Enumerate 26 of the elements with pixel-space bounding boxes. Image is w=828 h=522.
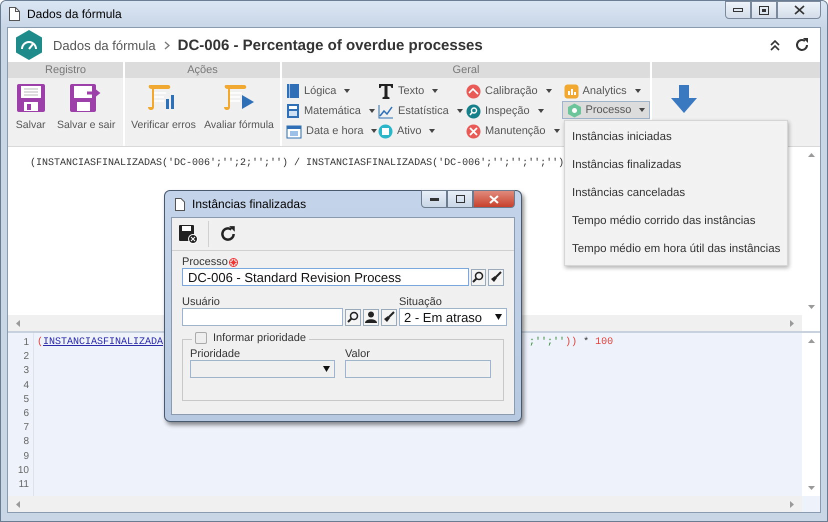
- code-text: ;'';'')) * 100: [529, 336, 614, 350]
- window-title: Dados da fórmula: [27, 7, 122, 21]
- field-label: Usuário: [182, 296, 221, 308]
- page-title: DC-006 - Percentage of overdue processes: [178, 36, 483, 54]
- field-label: Situação: [399, 296, 443, 308]
- line-number: 3: [23, 364, 29, 378]
- dialog-title: Instâncias finalizadas: [192, 197, 306, 211]
- line-number: 10: [18, 464, 29, 478]
- group-label: Geral: [452, 64, 480, 76]
- line-number: 1: [23, 336, 29, 350]
- line-number: 5: [23, 392, 29, 407]
- group-label: Ações: [187, 64, 218, 76]
- line-number: 9: [23, 450, 29, 464]
- line-number: 6: [23, 407, 29, 422]
- field-label: Prioridade: [190, 348, 242, 360]
- line-number: 7: [23, 421, 29, 436]
- formula-text: (INSTANCIASFINALIZADAS('DC-006';'';2;'';'') / INSTANCIASFINALIZADAS('DC-006';'';'';'';''): [30, 158, 564, 169]
- code-text: (INSTANCIASFINALIZADA: [37, 336, 164, 350]
- line-number: 4: [23, 378, 29, 393]
- line-number: 8: [23, 435, 29, 450]
- group-label: Registro: [45, 64, 86, 76]
- line-number: 2: [23, 350, 29, 364]
- checkbox-label: Informar prioridade: [213, 332, 306, 344]
- field-label: Processo: [182, 256, 228, 268]
- field-label: Valor: [345, 348, 371, 360]
- line-number: 11: [18, 478, 29, 492]
